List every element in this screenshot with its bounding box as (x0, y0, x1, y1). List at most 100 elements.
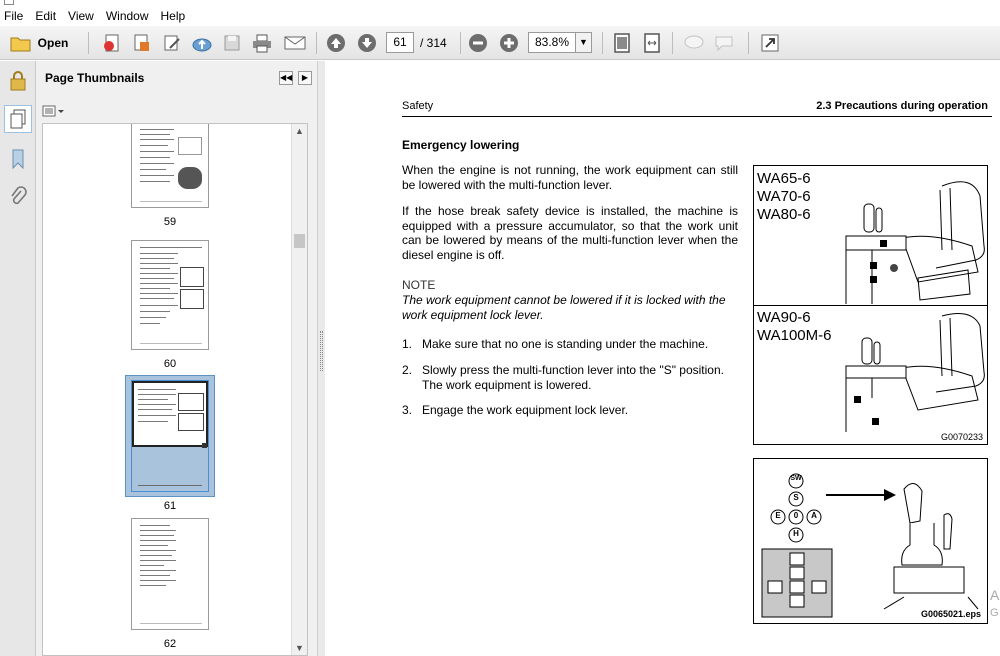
paperclip-icon (11, 186, 27, 205)
print-button[interactable] (250, 31, 274, 55)
note-text: The work equipment cannot be lowered if … (402, 293, 726, 322)
document-view: Safety 2.3 Precautions during operation … (326, 61, 1000, 656)
scrollbar-thumb[interactable] (294, 234, 305, 248)
next-page-button[interactable] (355, 31, 379, 55)
thumbnails-scrollbar[interactable]: ▲ ▼ (291, 124, 307, 655)
thumbnail-options-button[interactable] (42, 105, 68, 119)
menu-help[interactable]: Help (161, 9, 186, 23)
collapse-panel-button[interactable]: ◀◀ (279, 71, 293, 85)
edit-button[interactable] (160, 31, 184, 55)
menu-file[interactable]: File (4, 9, 23, 23)
step-3-text: Engage the work equipment lock lever. (422, 403, 629, 417)
note-heading: NOTE (402, 278, 436, 292)
comment-button[interactable] (682, 31, 706, 55)
fit-width-icon (644, 33, 660, 53)
create-pdf-icon (104, 34, 119, 52)
fit-width-button[interactable] (640, 31, 664, 55)
printer-icon (253, 34, 271, 53)
upload-button[interactable] (190, 31, 214, 55)
page-header-chapter: 2.3 Precautions during operation (816, 100, 988, 112)
page-thumbnails-panel: Page Thumbnails ◀◀ ▶ 59 60 61 62 ▲ ▼ (36, 61, 317, 656)
key-h: H (793, 529, 799, 538)
minus-circle-icon (469, 34, 487, 52)
thumbnail-label-59: 59 (163, 216, 177, 228)
fit-page-icon (614, 33, 630, 53)
thumbnail-label-62: 62 (163, 638, 177, 650)
key-e: E (775, 511, 781, 520)
key-s: S (793, 493, 799, 502)
cloud-upload-icon (192, 38, 212, 52)
step-3: 3. Engage the work equipment lock lever. (402, 403, 738, 418)
header-rule (402, 116, 992, 117)
thumbnail-page-60[interactable] (131, 240, 209, 350)
page-thumbnails-button[interactable] (4, 105, 32, 133)
section-heading: Emergency lowering (402, 138, 520, 152)
save-button[interactable] (220, 31, 244, 55)
app-icon (4, 0, 14, 5)
expand-icon (761, 34, 779, 52)
arrow-down-circle-icon (358, 34, 376, 52)
fit-page-button[interactable] (610, 31, 634, 55)
paragraph-1: When the engine is not running, the work… (402, 163, 738, 192)
model-label-4: WA90-6 (757, 309, 811, 326)
options-icon (42, 105, 64, 117)
edge-text-fragment-2: G (990, 607, 999, 619)
figure-1-code: G0070233 (940, 432, 983, 442)
thumbnail-page-61[interactable] (131, 380, 209, 492)
menu-bar: File Edit View Window Help (0, 6, 1000, 26)
open-button[interactable]: Open (6, 31, 72, 55)
attachments-button[interactable] (4, 183, 32, 211)
page-header-section: Safety (402, 100, 434, 112)
comment-icon (684, 35, 704, 49)
thumbnail-page-62[interactable] (131, 518, 209, 630)
pages-icon (10, 109, 26, 129)
folder-icon (10, 37, 31, 52)
create-pdf-button[interactable] (100, 31, 124, 55)
step-2-text: Slowly press the multi-function lever in… (422, 363, 724, 392)
zoom-out-button[interactable] (466, 31, 490, 55)
panel-header: Page Thumbnails ◀◀ ▶ (36, 61, 317, 95)
scroll-up-icon[interactable]: ▲ (295, 126, 304, 136)
page-number-input[interactable]: 61 (386, 32, 414, 53)
previous-page-button[interactable] (324, 31, 348, 55)
paragraph-2: If the hose break safety device is insta… (402, 204, 738, 262)
zoom-dropdown[interactable]: ▼ (575, 32, 592, 53)
figure-lever-positions: SW S E 0 A H G0065021.eps (753, 458, 988, 624)
step-2-number: 2. (402, 363, 413, 377)
key-sw: SW (790, 475, 802, 482)
step-1-number: 1. (402, 337, 413, 351)
open-label: Open (37, 36, 69, 50)
bookmarks-button[interactable] (4, 145, 32, 173)
figure-2-code: G0065021.eps (920, 609, 981, 619)
step-1: 1. Make sure that no one is standing und… (402, 337, 738, 352)
thumbnail-label-61: 61 (163, 500, 177, 512)
zoom-in-button[interactable] (497, 31, 521, 55)
bookmark-icon (12, 149, 24, 170)
menu-view[interactable]: View (68, 9, 94, 23)
zoom-input[interactable]: 83.8% (528, 32, 576, 53)
panel-menu-button[interactable]: ▶ (298, 71, 312, 85)
combine-button[interactable] (130, 31, 154, 55)
menu-edit[interactable]: Edit (35, 9, 56, 23)
edge-text-fragment-1: A (990, 587, 1000, 603)
lock-button[interactable] (4, 67, 32, 95)
envelope-icon (284, 36, 306, 50)
navigation-rail (0, 61, 36, 656)
panel-splitter[interactable] (317, 61, 325, 656)
email-button[interactable] (282, 31, 308, 55)
menu-window[interactable]: Window (106, 9, 149, 23)
seat-lever-drawing-bottom (845, 313, 985, 432)
highlight-button[interactable] (712, 31, 736, 55)
page-total: / 314 (420, 36, 447, 50)
step-2: 2. Slowly press the multi-function lever… (402, 363, 738, 392)
seat-lever-drawing-top (845, 181, 985, 304)
step-3-number: 3. (402, 403, 413, 417)
key-0: 0 (793, 511, 799, 520)
lock-icon (10, 71, 26, 91)
expand-button[interactable] (758, 31, 782, 55)
combine-icon (134, 34, 149, 51)
model-label-2: WA70-6 (757, 188, 811, 205)
key-a: A (811, 511, 817, 520)
scroll-down-icon[interactable]: ▼ (295, 643, 304, 653)
thumbnail-page-59[interactable] (131, 124, 209, 208)
